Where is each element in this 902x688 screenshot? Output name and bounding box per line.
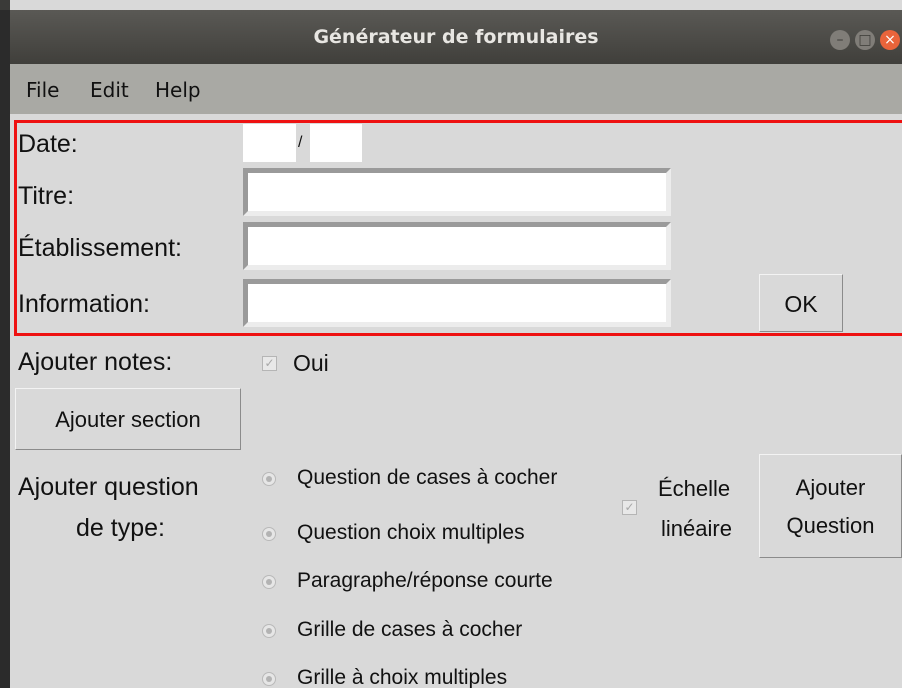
titre-label: Titre: (18, 182, 75, 210)
add-section-button[interactable]: Ajouter section (15, 388, 241, 450)
add-question-label-line2: Question (786, 513, 875, 538)
question-type-label-line2: de type: (76, 514, 165, 542)
radio-multiple-choice-question[interactable] (262, 527, 276, 541)
notes-checkbox[interactable]: ✓ (262, 356, 277, 371)
linear-scale-checkbox[interactable]: ✓ (622, 500, 637, 515)
date-day-field[interactable] (243, 124, 296, 162)
date-label: Date: (18, 130, 78, 158)
add-question-label-line1: Ajouter (795, 475, 866, 500)
option-multiple-choice-question: Question choix multiples (297, 521, 525, 544)
question-type-label-line1: Ajouter question (18, 473, 199, 501)
minimize-icon[interactable]: – (830, 30, 850, 50)
information-input[interactable] (243, 279, 671, 327)
menu-file[interactable]: File (26, 78, 59, 102)
linear-scale-label-line1: Échelle (658, 476, 731, 501)
menu-bar: File Edit Help (10, 64, 902, 114)
option-checkbox-question: Question de cases à cocher (297, 466, 558, 489)
radio-paragraph-short-answer[interactable] (262, 575, 276, 589)
linear-scale-label-line2: linéaire (661, 516, 732, 541)
radio-checkbox-question[interactable] (262, 472, 276, 486)
etablissement-input[interactable] (243, 222, 671, 270)
option-paragraph-short-answer: Paragraphe/réponse courte (297, 569, 553, 592)
menu-edit[interactable]: Edit (90, 78, 129, 102)
close-icon[interactable]: × (880, 30, 900, 50)
app-window: Générateur de formulaires – □ × File Edi… (10, 0, 902, 688)
add-question-button[interactable]: Ajouter Question (759, 454, 902, 558)
information-label: Information: (18, 290, 151, 318)
notes-checkbox-label: Oui (293, 350, 329, 376)
title-bar: Générateur de formulaires – □ × (10, 10, 902, 64)
radio-multiple-choice-grid[interactable] (262, 672, 276, 686)
etablissement-label: Établissement: (18, 234, 182, 262)
option-multiple-choice-grid: Grille à choix multiples (297, 666, 508, 688)
option-checkbox-grid: Grille de cases à cocher (297, 618, 523, 641)
ok-button[interactable]: OK (759, 274, 843, 332)
menu-help[interactable]: Help (155, 78, 201, 102)
radio-checkbox-grid[interactable] (262, 624, 276, 638)
date-separator: / (298, 134, 303, 151)
window-title: Générateur de formulaires (313, 26, 599, 48)
titre-input[interactable] (243, 168, 671, 216)
notes-label: Ajouter notes: (18, 348, 173, 376)
date-month-field[interactable] (310, 124, 362, 162)
maximize-icon[interactable]: □ (855, 30, 875, 50)
